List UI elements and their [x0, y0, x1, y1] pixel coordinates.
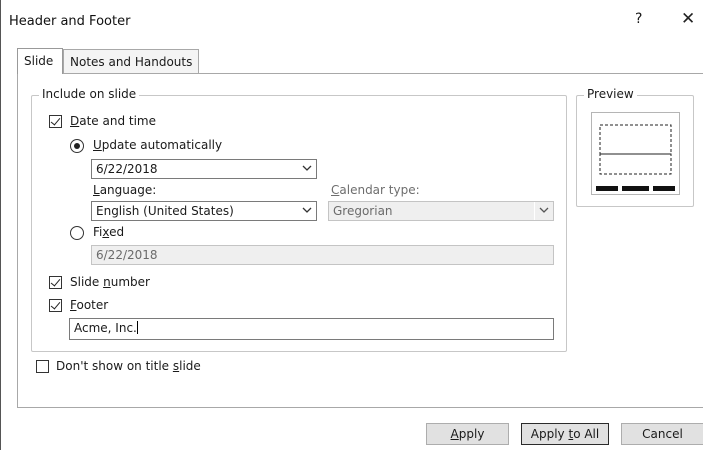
update-automatically-radio[interactable] [70, 139, 84, 153]
calendar-type-label: Calendar type: [331, 183, 420, 197]
fixed-radio[interactable] [70, 226, 84, 240]
radio-selected-dot [74, 143, 80, 149]
apply-to-all-button[interactable]: Apply to All [521, 423, 609, 445]
cancel-button[interactable]: Cancel [621, 423, 703, 445]
dont-show-on-title-slide-label: Don't show on title slide [56, 359, 201, 373]
chevron-down-icon[interactable] [534, 202, 553, 220]
language-label: Language: [93, 183, 157, 197]
tab-notes-label: Notes and Handouts [70, 55, 193, 69]
footer-text-input[interactable]: Acme, Inc. [69, 318, 554, 340]
footer-label: Footer [70, 298, 109, 312]
chevron-down-icon[interactable] [297, 202, 316, 220]
close-icon[interactable]: ✕ [681, 9, 695, 29]
dont-show-on-title-slide-checkbox[interactable] [36, 360, 49, 373]
header-footer-dialog: Header and Footer ? ✕ Slide Notes and Ha… [0, 0, 703, 450]
calendar-type-dropdown[interactable]: Gregorian [328, 201, 554, 221]
include-on-slide-group [31, 95, 567, 352]
language-dropdown[interactable]: English (United States) [91, 201, 317, 221]
footer-text-value: Acme, Inc. [74, 321, 137, 335]
slide-number-checkbox[interactable] [49, 276, 62, 289]
date-format-value: 6/22/2018 [96, 162, 158, 176]
chevron-down-icon[interactable] [297, 160, 316, 178]
slide-preview-thumbnail [591, 112, 680, 195]
date-and-time-label: Date and time [70, 114, 157, 128]
help-button[interactable]: ? [635, 11, 642, 27]
check-mark-icon [50, 276, 61, 287]
check-mark-icon [50, 115, 61, 126]
tab-slide-label: Slide [24, 54, 54, 68]
calendar-type-value: Gregorian [333, 204, 393, 218]
apply-button[interactable]: Apply [426, 423, 509, 445]
preview-legend: Preview [584, 87, 637, 101]
date-format-dropdown[interactable]: 6/22/2018 [91, 159, 317, 179]
language-value: English (United States) [96, 204, 234, 218]
update-automatically-label: Update automatically [93, 138, 223, 152]
tab-slide[interactable]: Slide [17, 48, 63, 74]
slide-number-label: Slide number [70, 275, 150, 289]
slide-layout-preview-icon [596, 124, 675, 191]
fixed-date-field[interactable]: 6/22/2018 [91, 245, 554, 265]
footer-checkbox[interactable] [49, 299, 62, 312]
tab-notes-and-handouts[interactable]: Notes and Handouts [63, 49, 199, 73]
include-on-slide-legend: Include on slide [39, 87, 140, 101]
date-and-time-checkbox[interactable] [49, 115, 62, 128]
check-mark-icon [50, 299, 61, 310]
text-cursor [136, 321, 138, 334]
dialog-title: Header and Footer [9, 14, 131, 29]
fixed-label: Fixed [93, 225, 125, 239]
